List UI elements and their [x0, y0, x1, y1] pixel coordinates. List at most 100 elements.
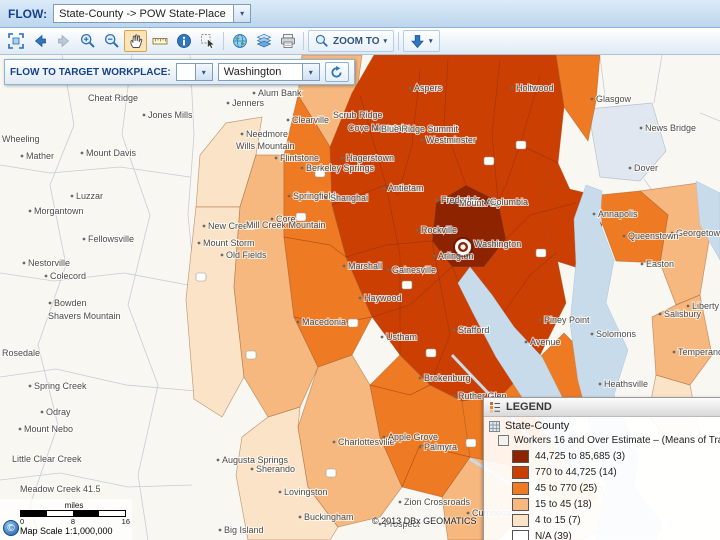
flow-bar: FLOW: State-County -> POW State-Place ▾ — [0, 0, 720, 28]
legend-class-label: 44,725 to 85,685 (3) — [535, 450, 626, 462]
svg-text:Big Island: Big Island — [224, 525, 264, 535]
select-features-button[interactable] — [196, 30, 219, 52]
svg-text:Wills Mountain: Wills Mountain — [236, 141, 295, 151]
legend-panel[interactable]: LEGEND State-County Workers 16 and Over … — [483, 397, 720, 540]
apply-flow-button[interactable] — [324, 62, 349, 82]
globe-button[interactable] — [228, 30, 251, 52]
scale-ticks: 0 8 16 — [20, 517, 130, 526]
info-icon — [176, 33, 192, 49]
target-marker — [452, 236, 474, 258]
svg-text:Columbia: Columbia — [490, 197, 528, 207]
download-flow-button[interactable]: ▾ — [403, 30, 440, 52]
svg-text:Nestorville: Nestorville — [28, 258, 70, 268]
legend-layer-group[interactable]: State-County — [484, 417, 720, 434]
chevron-down-icon: ▾ — [233, 5, 251, 22]
svg-text:Mount Davis: Mount Davis — [86, 148, 137, 158]
zoom-in-button[interactable] — [76, 30, 99, 52]
map-toolbar: ZOOM TO ▾ ▾ — [0, 28, 720, 55]
svg-text:Shavers Mountain: Shavers Mountain — [48, 311, 121, 321]
legend-class-label: 45 to 770 (25) — [535, 482, 598, 494]
svg-text:Odray: Odray — [46, 407, 71, 417]
legend-classes: 44,725 to 85,685 (3) 770 to 44,725 (14) 45… — [484, 448, 720, 540]
globe-icon — [232, 33, 248, 49]
svg-text:Annapolis: Annapolis — [598, 209, 638, 219]
back-arrow-icon — [32, 33, 48, 49]
layers-button[interactable] — [252, 30, 275, 52]
svg-text:Cheat Ridge: Cheat Ridge — [88, 93, 138, 103]
zoom-out-button[interactable] — [100, 30, 123, 52]
svg-text:Sherando: Sherando — [256, 464, 295, 474]
svg-text:Washington: Washington — [474, 239, 521, 249]
legend-class-label: N/A (39) — [535, 530, 572, 540]
legend-header[interactable]: LEGEND — [484, 398, 720, 417]
svg-text:Queenstown: Queenstown — [628, 231, 679, 241]
measure-button[interactable] — [148, 30, 171, 52]
svg-text:Macedonia: Macedonia — [302, 317, 346, 327]
select-cursor-icon — [200, 33, 216, 49]
svg-text:Needmore: Needmore — [246, 129, 288, 139]
scale-tick: 0 — [20, 517, 25, 526]
svg-text:Marshall: Marshall — [348, 261, 382, 271]
pan-button[interactable] — [124, 30, 147, 52]
svg-text:Dover: Dover — [634, 163, 658, 173]
flow-type-dropdown[interactable]: State-County -> POW State-Place ▾ — [53, 4, 252, 23]
svg-text:Bowden: Bowden — [54, 298, 87, 308]
printer-icon — [280, 33, 296, 49]
next-extent-button[interactable] — [52, 30, 75, 52]
svg-text:Brokenburg: Brokenburg — [424, 373, 471, 383]
target-workplace-value: Washington — [223, 66, 282, 78]
scale-bar — [20, 510, 126, 517]
svg-text:Westminster: Westminster — [426, 135, 476, 145]
zoom-to-button[interactable]: ZOOM TO ▾ — [308, 30, 394, 52]
legend-class-row: N/A (39) — [484, 528, 720, 540]
svg-text:Aspers: Aspers — [414, 83, 443, 93]
svg-text:Temperanceville: Temperanceville — [678, 347, 720, 357]
target-type-dropdown[interactable]: ▾ — [175, 63, 213, 81]
previous-extent-button[interactable] — [28, 30, 51, 52]
legend-class-row: 4 to 15 (7) — [484, 512, 720, 528]
svg-text:Jones Mills: Jones Mills — [148, 110, 193, 120]
svg-text:Georgetown: Georgetown — [676, 228, 720, 238]
legend-swatch — [512, 481, 529, 495]
svg-text:Avenue: Avenue — [530, 337, 560, 347]
identify-button[interactable] — [172, 30, 195, 52]
legend-layer-name[interactable]: Workers 16 and Over Estimate – (Means of… — [484, 434, 720, 448]
map-copyright: © 2013 DBx GEOMATICS — [372, 516, 477, 526]
refresh-arrow-icon — [329, 65, 344, 80]
svg-text:Rockville: Rockville — [421, 225, 457, 235]
svg-text:Liberty: Liberty — [692, 301, 720, 311]
svg-text:Lovingston: Lovingston — [284, 487, 328, 497]
zoom-in-icon — [80, 33, 96, 49]
magnifier-icon — [315, 34, 329, 48]
svg-text:Charlottesville: Charlottesville — [338, 437, 395, 447]
svg-text:Easton: Easton — [646, 259, 674, 269]
forward-arrow-icon — [56, 33, 72, 49]
zoom-out-icon — [104, 33, 120, 49]
svg-text:Mount Storm: Mount Storm — [203, 238, 255, 248]
toolbar-separator — [398, 32, 399, 50]
svg-text:Meadow Creek 41.5: Meadow Creek 41.5 — [20, 484, 101, 494]
map-viewport[interactable]: Cheat Ridge Jones Mills Jenners Alum Bank Ne… — [0, 55, 720, 540]
legend-swatch — [512, 465, 529, 479]
legend-group-label: State-County — [505, 420, 570, 432]
svg-text:Haywood: Haywood — [364, 293, 402, 303]
svg-text:News Bridge: News Bridge — [645, 123, 696, 133]
target-workplace-dropdown[interactable]: Washington ▾ — [217, 63, 320, 81]
svg-text:Stafford: Stafford — [458, 325, 489, 335]
svg-text:Solomons: Solomons — [596, 329, 637, 339]
checkbox-icon[interactable] — [498, 435, 509, 446]
svg-text:Wheeling: Wheeling — [2, 134, 40, 144]
svg-text:Colecord: Colecord — [50, 271, 86, 281]
print-button[interactable] — [276, 30, 299, 52]
toolbar-separator — [223, 32, 224, 50]
legend-class-row: 45 to 770 (25) — [484, 480, 720, 496]
legend-swatch — [512, 529, 529, 540]
zoom-full-extent-button[interactable] — [4, 30, 27, 52]
legend-class-label: 4 to 15 (7) — [535, 514, 581, 526]
attribution-globe-icon[interactable]: © — [3, 520, 19, 536]
svg-text:Hagerstown: Hagerstown — [346, 153, 394, 163]
toolbar-separator — [303, 32, 304, 50]
svg-text:Piney Point: Piney Point — [544, 315, 590, 325]
legend-class-row: 15 to 45 (18) — [484, 496, 720, 512]
svg-text:Old Fields: Old Fields — [226, 250, 267, 260]
